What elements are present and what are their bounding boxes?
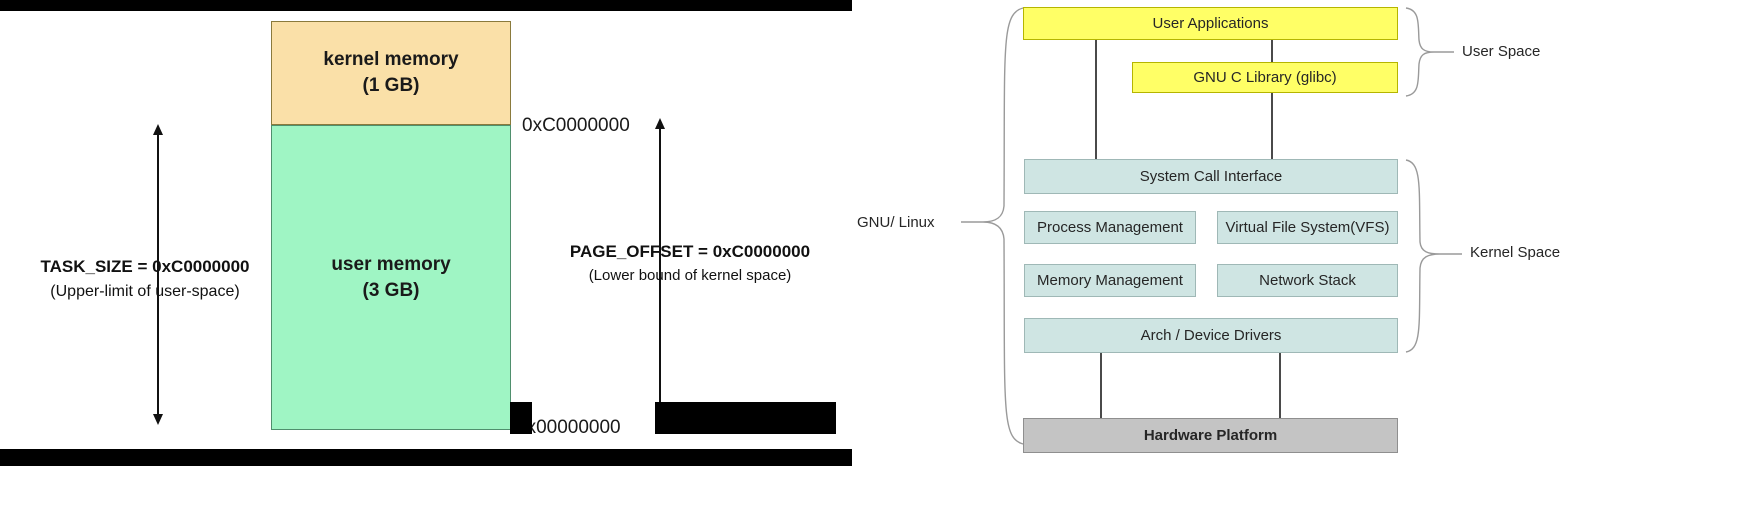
user-memory-size: (3 GB) xyxy=(362,279,420,301)
connector-apps-to-syscall xyxy=(1095,40,1097,159)
brace-user-space xyxy=(1405,7,1454,97)
kernel-memory-block: kernel memory (1 GB) xyxy=(271,21,511,125)
redaction-bar-bottom xyxy=(0,449,852,466)
brace-kernel-space xyxy=(1405,159,1462,353)
node-arch-device-drivers[interactable]: Arch / Device Drivers xyxy=(1024,318,1398,353)
node-glibc-label: GNU C Library (glibc) xyxy=(1193,69,1337,86)
label-gnu-linux: GNU/ Linux xyxy=(857,214,935,231)
connector-arch-to-hardware-right xyxy=(1279,353,1281,418)
redaction-bar-top xyxy=(0,0,852,11)
node-memory-management[interactable]: Memory Management xyxy=(1024,264,1196,297)
connector-glibc-to-syscall xyxy=(1271,93,1273,159)
connector-apps-to-glibc xyxy=(1271,40,1273,62)
node-user-applications-label: User Applications xyxy=(1152,15,1269,32)
node-user-applications[interactable]: User Applications xyxy=(1023,7,1398,40)
page-offset-main: PAGE_OFFSET = 0xC0000000 xyxy=(569,242,811,261)
node-process-management-label: Process Management xyxy=(1037,219,1183,236)
node-virtual-file-system-label: Virtual File System(VFS) xyxy=(1225,219,1390,236)
user-memory-block: user memory (3 GB) xyxy=(271,125,511,430)
task-size-sub: (Upper-limit of user-space) xyxy=(50,282,240,300)
address-label-c0000000: 0xC0000000 xyxy=(522,115,630,136)
page-offset-sub: (Lower bound of kernel space) xyxy=(588,266,792,284)
page-offset-annotation: PAGE_OFFSET = 0xC0000000 (Lower bound of… xyxy=(540,240,840,286)
node-system-call-interface-label: System Call Interface xyxy=(1139,168,1283,185)
task-size-annotation: TASK_SIZE = 0xC0000000 (Upper-limit of u… xyxy=(14,255,276,303)
user-memory-label: user memory xyxy=(331,253,451,275)
task-size-main: TASK_SIZE = 0xC0000000 xyxy=(40,257,250,276)
memory-split-diagram: kernel memory (1 GB) user memory (3 GB) … xyxy=(0,0,852,515)
node-system-call-interface[interactable]: System Call Interface xyxy=(1024,159,1398,194)
label-kernel-space: Kernel Space xyxy=(1470,244,1561,261)
node-virtual-file-system[interactable]: Virtual File System(VFS) xyxy=(1217,211,1398,244)
connector-arch-to-hardware-left xyxy=(1100,353,1102,418)
node-hardware-platform[interactable]: Hardware Platform xyxy=(1023,418,1398,453)
node-network-stack-label: Network Stack xyxy=(1259,272,1356,289)
node-hardware-platform-label: Hardware Platform xyxy=(1143,427,1278,444)
node-glibc[interactable]: GNU C Library (glibc) xyxy=(1132,62,1398,93)
redaction-bar-mid-right xyxy=(655,402,836,434)
node-process-management[interactable]: Process Management xyxy=(1024,211,1196,244)
label-user-space: User Space xyxy=(1462,43,1541,60)
node-arch-device-drivers-label: Arch / Device Drivers xyxy=(1140,327,1282,344)
node-memory-management-label: Memory Management xyxy=(1037,272,1183,289)
kernel-memory-size: (1 GB) xyxy=(362,75,420,96)
redaction-bar-mid-left xyxy=(510,402,532,434)
brace-gnu-linux xyxy=(961,7,1024,445)
kernel-memory-label: kernel memory xyxy=(323,49,459,71)
linux-architecture-diagram: User Applications GNU C Library (glibc) … xyxy=(852,0,1762,515)
node-network-stack[interactable]: Network Stack xyxy=(1217,264,1398,297)
